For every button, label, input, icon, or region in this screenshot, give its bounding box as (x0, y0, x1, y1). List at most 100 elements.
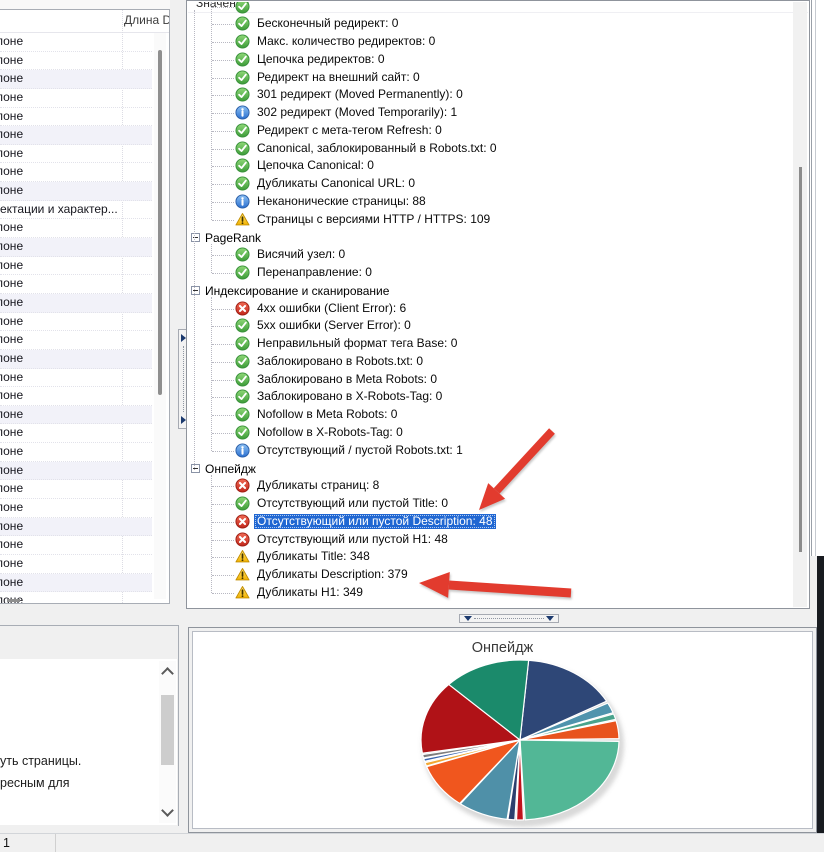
right-edge-panel (810, 0, 824, 556)
tree-connector (212, 184, 234, 185)
ok-icon (235, 496, 250, 511)
table-row[interactable]: лоне (0, 70, 152, 89)
table-cell-text: лоне (0, 443, 23, 461)
issues-tree: Значение Бесконечный редирект: 0Макс. ко… (188, 2, 808, 607)
splitter-down-arrow-icon[interactable] (464, 616, 472, 621)
table-hscroll-grip[interactable] (7, 599, 20, 602)
tree-connector (212, 557, 234, 558)
table-row[interactable]: лоне (0, 126, 152, 145)
table-cell-text: лоне (0, 424, 23, 442)
status-separator (55, 834, 56, 852)
table-row[interactable]: лоне (0, 294, 152, 313)
table-row[interactable]: лоне (0, 350, 152, 369)
table-row[interactable]: лоне (0, 52, 152, 71)
table-scrollbar[interactable] (154, 33, 166, 599)
info-icon (235, 443, 250, 458)
column-header-dlina-description[interactable]: Длина D (124, 13, 170, 27)
table-row[interactable]: лоне (0, 89, 152, 108)
tree-scrollbar[interactable] (793, 2, 807, 607)
tree-item-label: Canonical, заблокированный в Robots.txt:… (254, 141, 500, 156)
status-count: 1 (3, 836, 10, 850)
horizontal-splitter[interactable] (459, 614, 559, 623)
table-row[interactable]: лоне (0, 219, 152, 238)
tree-item-label: Цепочка редиректов: 0 (254, 52, 388, 67)
table-cell-text: лоне (0, 182, 23, 200)
tree-connector (212, 7, 234, 8)
tree-connector (212, 380, 234, 381)
table-row[interactable]: лоне (0, 108, 152, 127)
scrollbar-thumb[interactable] (161, 695, 174, 765)
results-table-header: Длина D (0, 10, 169, 33)
ok-icon (235, 407, 250, 422)
table-row[interactable]: лоне (0, 574, 152, 593)
scroll-down-icon[interactable] (161, 804, 174, 817)
table-row[interactable]: ектации и характер... (0, 201, 152, 220)
table-row[interactable]: лоне (0, 275, 152, 294)
table-row[interactable]: лоне (0, 331, 152, 350)
table-cell-text: лоне (0, 294, 23, 312)
table-row[interactable]: лоне (0, 499, 152, 518)
table-cell-text: лоне (0, 52, 23, 70)
description-panel: уть страницы. ресным для (0, 625, 179, 826)
tree-connector (212, 522, 234, 523)
tree-item-label: Отсутствующий или пустой Description: 48 (254, 514, 496, 529)
splitter-down-arrow-icon[interactable] (546, 616, 554, 621)
error-icon (235, 301, 250, 316)
warning-icon (235, 212, 250, 227)
table-row[interactable]: лоне (0, 536, 152, 555)
collapse-icon[interactable] (191, 286, 200, 295)
table-row[interactable]: лоне (0, 33, 152, 52)
table-scrollbar-thumb[interactable] (158, 50, 162, 395)
ok-icon (235, 158, 250, 173)
ok-icon (235, 425, 250, 440)
table-row[interactable]: лоне (0, 387, 152, 406)
table-row[interactable]: лоне (0, 163, 152, 182)
table-cell-text: лоне (0, 313, 23, 331)
issues-panel: Значение Бесконечный редирект: 0Макс. ко… (186, 0, 810, 609)
splitter-dots (474, 618, 544, 619)
table-row[interactable]: лоне (0, 518, 152, 537)
table-row[interactable]: лоне (0, 443, 152, 462)
table-row[interactable]: лоне (0, 257, 152, 276)
splitter-dots (183, 346, 184, 412)
tree-item-label: Nofollow в Meta Robots: 0 (254, 407, 400, 422)
table-cell-text: лоне (0, 369, 23, 387)
pie-slice (520, 740, 619, 820)
info-icon (235, 105, 250, 120)
ok-icon (235, 16, 250, 31)
ok-icon (235, 123, 250, 138)
table-row[interactable]: лоне (0, 555, 152, 574)
table-row[interactable]: лоне (0, 480, 152, 499)
error-icon (235, 478, 250, 493)
tree-connector (212, 113, 234, 114)
collapse-icon[interactable] (191, 464, 200, 473)
left-panel-top-strip (0, 0, 170, 10)
table-row[interactable]: лоне (0, 145, 152, 164)
panel-scrollbar[interactable] (159, 661, 176, 823)
tree-item-label: Висячий узел: 0 (254, 247, 348, 262)
table-row[interactable]: лоне (0, 462, 152, 481)
tree-item-label: Дубликаты Title: 348 (254, 549, 373, 564)
error-icon (235, 514, 250, 529)
table-row[interactable]: лоне (0, 424, 152, 443)
table-row[interactable]: лоне (0, 238, 152, 257)
tree-group-label: Индексирование и сканирование (205, 284, 389, 298)
error-icon (235, 532, 250, 547)
table-row[interactable]: лоне (0, 406, 152, 425)
ok-icon (235, 354, 250, 369)
tree-guide-line (211, 2, 212, 220)
table-row[interactable]: лоне (0, 182, 152, 201)
tree-connector (212, 255, 234, 256)
tree-item-label: 302 редирект (Moved Temporarily): 1 (254, 105, 460, 120)
table-row[interactable]: лоне (0, 369, 152, 388)
tree-connector (212, 42, 234, 43)
tree-item-label: Редирект с мета-тегом Refresh: 0 (254, 123, 445, 138)
scroll-up-icon[interactable] (161, 667, 174, 680)
collapse-icon[interactable] (191, 233, 200, 242)
tree-item-label: Неканонические страницы: 88 (254, 194, 429, 209)
table-row[interactable]: лоне (0, 592, 152, 604)
tree-scrollbar-thumb[interactable] (799, 167, 802, 552)
table-row[interactable]: лоне (0, 313, 152, 332)
tree-connector (212, 202, 234, 203)
tree-connector (212, 575, 234, 576)
